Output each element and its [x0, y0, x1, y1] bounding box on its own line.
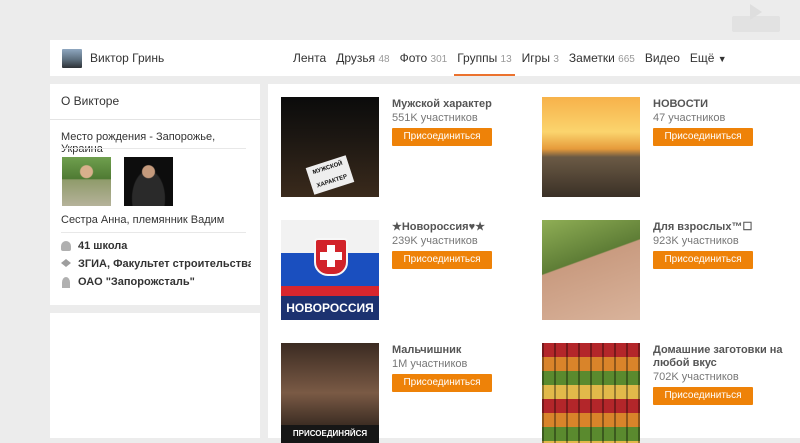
group-name[interactable]: Домашние заготовки на любой вкус: [653, 344, 783, 370]
group-card: НОВОСТИ 47 участников Присоединиться: [542, 97, 792, 197]
group-card: Домашние заготовки на любой вкус 702K уч…: [542, 343, 792, 443]
divider: [61, 232, 246, 233]
group-thumbnail-text: НОВОРОССИЯ: [281, 296, 379, 320]
tab-notes[interactable]: Заметки 665: [564, 40, 640, 76]
group-thumbnail[interactable]: НОВОРОССИЯ: [281, 220, 379, 320]
about-title[interactable]: О Викторе: [50, 84, 260, 120]
tab-count: 3: [553, 54, 559, 65]
left-panel-lower: [50, 313, 260, 438]
group-thumbnail[interactable]: [542, 220, 640, 320]
group-name[interactable]: Мужской характер: [392, 98, 522, 111]
group-name[interactable]: Для взрослых™☐: [653, 221, 783, 234]
group-card: ПРИСОЕДИНЯЙСЯ Мальчишник 1M участников П…: [281, 343, 531, 443]
group-thumbnail[interactable]: МУЖСКОЙ ХАРАКТЕР: [281, 97, 379, 197]
group-thumbnail-text: ПРИСОЕДИНЯЙСЯ: [281, 425, 379, 443]
about-panel: О Викторе Место рождения - Запорожье, Ук…: [50, 84, 260, 305]
education-text: ЗГИА, Факультет строительства и...: [78, 258, 251, 270]
tab-label: Фото: [399, 51, 428, 65]
education-row[interactable]: ЗГИА, Факультет строительства и...: [61, 256, 251, 272]
tab-photos[interactable]: Фото 301: [395, 40, 453, 76]
group-name[interactable]: Мальчишник: [392, 344, 522, 357]
relatives-caption[interactable]: Сестра Анна, племянник Вадим: [61, 214, 224, 226]
join-button[interactable]: Присоединиться: [653, 251, 753, 269]
tab-label: Друзья: [336, 51, 376, 65]
work-icon: [62, 276, 70, 288]
tab-games[interactable]: Игры 3: [517, 40, 564, 76]
profile-header: Виктор Гринь Лента Друзья 48 Фото 301 Гр…: [50, 40, 800, 76]
join-button[interactable]: Присоединиться: [392, 128, 492, 146]
group-members: 1M участников: [392, 358, 468, 370]
group-name[interactable]: НОВОСТИ: [653, 98, 783, 111]
join-button[interactable]: Присоединиться: [653, 387, 753, 405]
tab-label: Ещё: [689, 51, 715, 65]
shield-icon: [314, 238, 348, 276]
tab-count: 48: [378, 54, 390, 65]
join-button[interactable]: Присоединиться: [653, 128, 753, 146]
work-row[interactable]: ОАО "Запорожсталь": [61, 274, 251, 290]
tab-count: 301: [430, 54, 448, 65]
group-card: НОВОРОССИЯ ★Новороссия♥★ 239K участников…: [281, 220, 531, 320]
group-members: 551K участников: [392, 112, 478, 124]
tab-count: 665: [618, 54, 635, 65]
group-card: Для взрослых™☐ 923K участников Присоедин…: [542, 220, 792, 320]
tab-label: Заметки: [568, 51, 615, 65]
tab-more[interactable]: Ещё ▼: [685, 40, 732, 76]
profile-name[interactable]: Виктор Гринь: [90, 51, 164, 65]
tab-label: Видео: [644, 51, 680, 65]
school-text: 41 школа: [78, 240, 128, 252]
work-text: ОАО "Запорожсталь": [78, 276, 195, 288]
group-members: 239K участников: [392, 235, 478, 247]
tab-label: Игры: [521, 51, 550, 65]
chevron-down-icon: ▼: [717, 54, 727, 64]
tab-label: Лента: [293, 51, 327, 65]
groups-grid: МУЖСКОЙ ХАРАКТЕР Мужской характер 551K у…: [268, 84, 800, 443]
join-button[interactable]: Присоединиться: [392, 374, 492, 392]
relative-photo-sister[interactable]: [62, 157, 111, 206]
group-members: 702K участников: [653, 371, 739, 383]
group-thumbnail[interactable]: [542, 343, 640, 443]
profile-nav: Лента Друзья 48 Фото 301 Группы 13 Игры …: [288, 40, 732, 76]
divider: [61, 148, 246, 149]
tab-video[interactable]: Видео: [640, 40, 685, 76]
join-button[interactable]: Присоединиться: [392, 251, 492, 269]
tab-groups[interactable]: Группы 13: [452, 40, 516, 76]
group-members: 923K участников: [653, 235, 739, 247]
group-members: 47 участников: [653, 112, 726, 124]
group-thumbnail[interactable]: ПРИСОЕДИНЯЙСЯ: [281, 343, 379, 443]
avatar[interactable]: [62, 49, 82, 68]
school-icon: [61, 241, 71, 251]
relative-photo-nephew[interactable]: [124, 157, 173, 206]
group-name[interactable]: ★Новороссия♥★: [392, 221, 522, 234]
tab-label: Группы: [457, 51, 498, 65]
birthplace-text: Место рождения - Запорожье, Украина: [61, 131, 216, 155]
group-thumbnail[interactable]: [542, 97, 640, 197]
play-icon: [750, 4, 762, 20]
watermark-logo: [730, 0, 800, 38]
tab-feed[interactable]: Лента: [288, 40, 331, 76]
graduation-cap-icon: [61, 259, 71, 267]
group-thumbnail-text: МУЖСКОЙ ХАРАКТЕР: [305, 155, 355, 195]
tab-count: 13: [500, 54, 512, 65]
school-row[interactable]: 41 школа: [61, 238, 251, 254]
tab-friends[interactable]: Друзья 48: [331, 40, 394, 76]
group-card: МУЖСКОЙ ХАРАКТЕР Мужской характер 551K у…: [281, 97, 531, 197]
